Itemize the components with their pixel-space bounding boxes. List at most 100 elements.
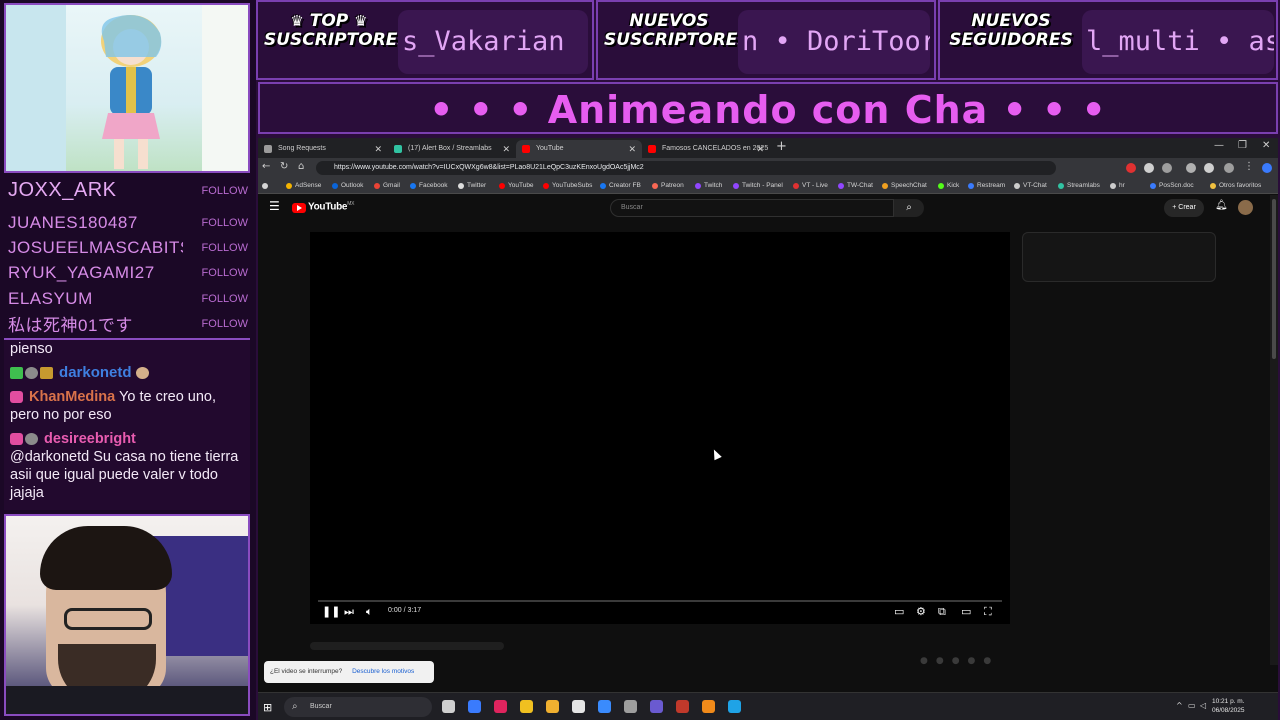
bookmark-item[interactable]: YouTubeSubs: [543, 180, 592, 192]
adobe-app-icon[interactable]: [676, 700, 689, 713]
app-icon[interactable]: [702, 700, 715, 713]
subtitles-icon[interactable]: ▭: [894, 605, 904, 618]
home-icon[interactable]: ⌂: [298, 161, 304, 172]
next-video-icon[interactable]: ⏭︎: [344, 605, 354, 619]
app-icon[interactable]: [598, 700, 611, 713]
search-icon[interactable]: ⌕: [894, 199, 924, 217]
windows-taskbar: ⊞ ⌕ Buscar ^ ▭ ◁ 10:21 p. m. 06/08/2025: [258, 692, 1278, 720]
hamburger-menu-icon[interactable]: ☰: [269, 199, 280, 213]
bookmark-item[interactable]: VT - Live: [793, 180, 828, 192]
task-view-icon[interactable]: [442, 700, 455, 713]
file-explorer-icon[interactable]: [546, 700, 559, 713]
new-followers-banner: NUEVOS SEGUIDORES l_multi • as: [938, 0, 1278, 80]
bookmark-item[interactable]: YouTube: [499, 180, 534, 192]
extensions-puzzle-icon[interactable]: [1186, 163, 1196, 173]
bookmark-item[interactable]: VT-Chat: [1014, 180, 1047, 192]
follower-row: 私は死神01です FOLLOW: [8, 311, 248, 336]
bookmark-item[interactable]: PosScn.doc: [1150, 180, 1194, 192]
anime-character-image: [101, 15, 162, 169]
learn-why-link[interactable]: Descubre los motivos: [352, 668, 414, 675]
bookmark-item[interactable]: SpeechChat: [882, 180, 927, 192]
fullscreen-icon[interactable]: ⛶: [984, 605, 992, 619]
new-followers-ticker: l_multi • as: [1082, 10, 1274, 74]
theater-mode-icon[interactable]: ▭: [961, 605, 971, 618]
minimize-icon[interactable]: —: [1214, 140, 1224, 151]
bookmark-item[interactable]: Restream: [968, 180, 1005, 192]
bookmark-star-icon[interactable]: [1204, 163, 1214, 173]
top-subs-ticker: s_Vakarian: [398, 10, 588, 74]
discord-app-icon[interactable]: [650, 700, 663, 713]
bookmark-item[interactable]: Patreon: [652, 180, 684, 192]
taskbar-search[interactable]: ⌕ Buscar: [284, 697, 432, 717]
anime-art-panel: [4, 3, 250, 173]
chat-username: desireebright: [44, 431, 136, 447]
follower-name: RYUK_YAGAMI27: [8, 262, 155, 282]
bookmark-item[interactable]: Facebook: [410, 180, 448, 192]
streamer-shirt: [6, 686, 248, 714]
profile-icon[interactable]: [1224, 163, 1234, 173]
bookmark-item[interactable]: Kick: [938, 180, 959, 192]
bookmark-item[interactable]: Streamlabs: [1058, 180, 1100, 192]
taskbar-clock[interactable]: 10:21 p. m. 06/08/2025: [1212, 697, 1245, 715]
close-icon[interactable]: ✕: [502, 140, 510, 158]
volume-icon[interactable]: 🔈︎: [366, 605, 373, 619]
miniplayer-icon[interactable]: ⧉: [938, 605, 946, 619]
new-subs-banner: NUEVOS SUSCRIPTORES n • DoriToor: [596, 0, 936, 80]
youtube-search-input[interactable]: Buscar: [610, 199, 894, 217]
extension-icon[interactable]: [1126, 163, 1136, 173]
bookmark-item[interactable]: Twitch - Panel: [733, 180, 783, 192]
extension-icon[interactable]: [1144, 163, 1154, 173]
chat-message: KhanMedina Yo te creo uno, pero no por e…: [10, 388, 244, 424]
youtube-logo-icon[interactable]: [292, 203, 306, 213]
close-icon[interactable]: ✕: [756, 140, 764, 158]
tray-chevron-icon[interactable]: ^: [1176, 701, 1183, 710]
crown-icon: ♛: [354, 12, 368, 30]
page-scrollbar[interactable]: [1270, 195, 1278, 665]
tab-youtube[interactable]: YouTube ✕: [516, 140, 642, 158]
volume-tray-icon[interactable]: ◁: [1200, 701, 1206, 710]
chrome-app-icon[interactable]: [624, 700, 637, 713]
youtube-logo-text[interactable]: YouTubeMX: [308, 201, 354, 212]
copilot-icon[interactable]: [1262, 163, 1272, 173]
settings-gear-icon[interactable]: ⚙: [916, 605, 926, 618]
bookmark-item[interactable]: Creator FB: [600, 180, 641, 192]
notifications-bell-icon[interactable]: 🔔︎: [1215, 200, 1228, 211]
close-icon[interactable]: ✕: [374, 140, 382, 158]
tiktok-app-icon[interactable]: [494, 700, 507, 713]
obs-app-icon[interactable]: [572, 700, 585, 713]
new-tab-button[interactable]: +: [776, 139, 787, 154]
copilot-app-icon[interactable]: [468, 700, 481, 713]
account-avatar[interactable]: [1238, 200, 1253, 215]
bookmark-item[interactable]: Twitch: [695, 180, 722, 192]
url-field[interactable]: https://www.youtube.com/watch?v=IUCxQWXg…: [316, 161, 1056, 175]
pause-icon[interactable]: ❚❚: [322, 605, 340, 618]
bookmark-item[interactable]: Outlook: [332, 180, 363, 192]
follow-tag: FOLLOW: [201, 317, 248, 330]
bookmark-item[interactable]: Twitter: [458, 180, 486, 192]
heart-badge-icon: [10, 391, 23, 404]
window-close-icon[interactable]: ✕: [1262, 140, 1270, 151]
windows-start-icon[interactable]: ⊞: [263, 701, 272, 714]
network-icon[interactable]: ▭: [1188, 701, 1196, 710]
bookmark-folder-others[interactable]: Otros favoritos: [1210, 180, 1261, 192]
video-player[interactable]: ❚❚ ⏭︎ 🔈︎ 0:00 / 3:17 ▭ ⚙ ⧉ ▭ ⛶: [310, 232, 1010, 624]
tab-alert-box[interactable]: (17) Alert Box / Streamlabs ✕: [388, 140, 516, 158]
more-menu-icon[interactable]: ⋮: [1244, 161, 1254, 172]
close-icon[interactable]: ✕: [628, 140, 636, 158]
bookmark-item[interactable]: AdSense: [286, 180, 321, 192]
extension-icon[interactable]: [1162, 163, 1172, 173]
restore-icon[interactable]: ❐: [1238, 140, 1247, 151]
tab-song-requests[interactable]: Song Requests ✕: [258, 140, 388, 158]
tab-famosos[interactable]: Famosos CANCELADOS en 2025 ✕: [642, 140, 770, 158]
bookmark-item[interactable]: TW-Chat: [838, 180, 873, 192]
notes-app-icon[interactable]: [520, 700, 533, 713]
reload-icon[interactable]: ↻: [280, 161, 288, 172]
back-icon[interactable]: ←: [262, 161, 270, 172]
edge-app-icon[interactable]: [728, 700, 741, 713]
bookmark-item[interactable]: Gmail: [374, 180, 400, 192]
bookmark-item[interactable]: hr: [1110, 180, 1125, 192]
create-button[interactable]: + Crear: [1164, 199, 1204, 217]
bookmarks-folder-icon[interactable]: [262, 180, 268, 192]
video-progress-bar[interactable]: [318, 600, 1002, 602]
follow-tag: FOLLOW: [201, 184, 248, 197]
